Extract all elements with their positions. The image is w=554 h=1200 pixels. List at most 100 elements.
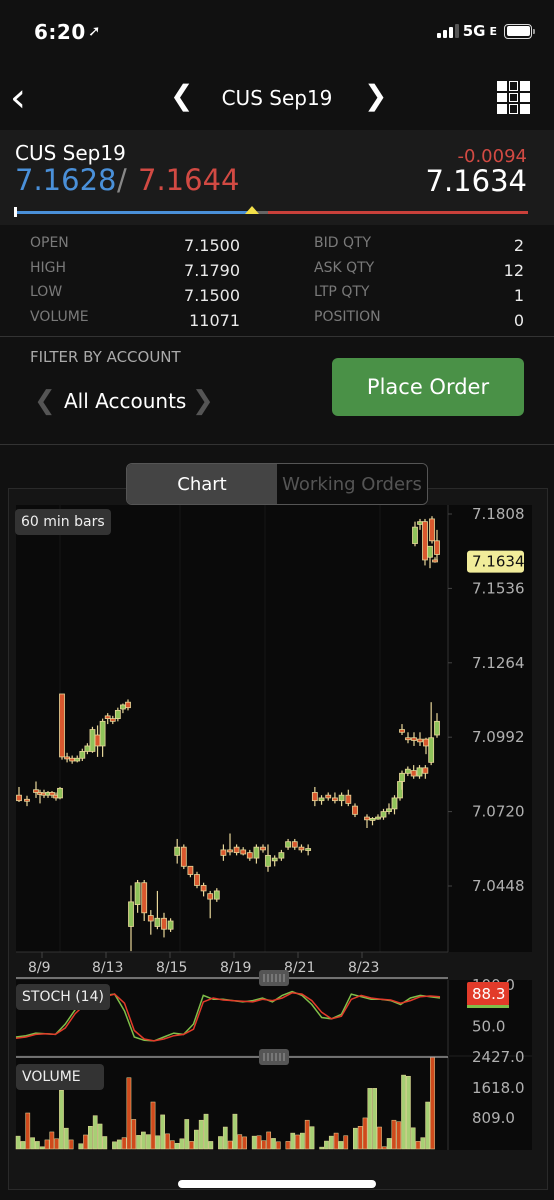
candle-body xyxy=(291,841,298,848)
volume-bar xyxy=(324,1140,329,1150)
candle-body xyxy=(104,715,111,719)
candle-body xyxy=(416,767,423,777)
volume-bar xyxy=(275,1141,281,1150)
volume-bar xyxy=(78,1143,84,1150)
volume-bar xyxy=(208,1141,214,1150)
candle-body xyxy=(246,852,253,859)
candle-body xyxy=(16,794,22,802)
volume-bar xyxy=(367,1088,373,1150)
price-plot-area xyxy=(16,505,448,952)
price-tick-label: 7.0720 xyxy=(472,803,525,821)
volume-bar xyxy=(160,1114,166,1150)
volume-bar xyxy=(25,1112,31,1150)
stoch-value-tag-underline xyxy=(467,1005,509,1008)
candle-body xyxy=(84,745,91,752)
volume-bar xyxy=(309,1126,315,1150)
volume-label[interactable]: VOLUME xyxy=(16,1064,104,1090)
candle-body xyxy=(345,794,352,804)
tab-working-orders[interactable]: Working Orders xyxy=(277,464,427,504)
chart-canvas[interactable]: 7.1808 7.1536 7.1264 7.0992 7.0720 7.0448 7.16… xyxy=(0,0,554,1200)
volume-bar xyxy=(430,1056,435,1150)
volume-bar xyxy=(112,1141,117,1150)
volume-bar xyxy=(353,1127,358,1150)
date-tick-label: 8/19 xyxy=(220,960,251,976)
stoch-label[interactable]: STOCH (14) xyxy=(16,984,110,1010)
date-tick-label: 8/23 xyxy=(348,960,379,976)
view-segmented-control: Chart Working Orders xyxy=(126,463,428,505)
candle-body xyxy=(69,757,76,762)
volume-bar xyxy=(116,1139,122,1150)
candle-body xyxy=(411,737,417,741)
price-tick-label: 7.1536 xyxy=(472,579,525,597)
candle-body xyxy=(89,729,96,752)
candle xyxy=(59,693,65,760)
candle-body xyxy=(404,768,411,774)
candle-body xyxy=(338,794,345,802)
volume-bar xyxy=(261,1140,267,1150)
volume-bar xyxy=(401,1074,406,1150)
candle-body xyxy=(120,704,126,710)
volume-bar xyxy=(169,1140,175,1150)
candle-body xyxy=(167,920,174,930)
stoch-value-label: 88.3 xyxy=(472,985,505,1003)
candle-body xyxy=(260,846,266,851)
home-indicator xyxy=(178,1180,376,1188)
volume-bar xyxy=(174,1143,180,1150)
candle-body xyxy=(427,545,433,558)
candle-body xyxy=(194,874,200,886)
volume-bar xyxy=(357,1126,363,1150)
candle-body xyxy=(94,734,101,747)
volume-bar xyxy=(194,1129,199,1150)
volume-bar xyxy=(300,1132,305,1150)
bar-interval-label[interactable]: 60 min bars xyxy=(15,509,111,535)
volume-bar xyxy=(126,1077,132,1150)
candle-body xyxy=(265,854,271,867)
volume-bar xyxy=(20,1141,26,1150)
candle-body xyxy=(429,518,435,542)
volume-bar xyxy=(30,1137,35,1150)
candle-body xyxy=(200,885,207,892)
volume-bar xyxy=(328,1135,334,1150)
volume-bar xyxy=(92,1115,98,1150)
volume-bar xyxy=(251,1135,257,1150)
candle xyxy=(422,518,428,566)
volume-bar xyxy=(377,1126,382,1150)
volume-bar xyxy=(165,1133,170,1150)
candle-body xyxy=(352,805,358,815)
volume-bar xyxy=(343,1135,349,1150)
candle-body xyxy=(24,798,30,802)
volume-bar xyxy=(189,1141,194,1150)
volume-bar xyxy=(271,1138,276,1150)
candle-body xyxy=(57,787,63,799)
candle-body xyxy=(311,792,318,802)
volume-bar xyxy=(222,1126,228,1150)
volume-bar xyxy=(415,1141,421,1150)
candle-body xyxy=(375,816,381,820)
volume-bar xyxy=(381,1146,387,1150)
volume-bar xyxy=(15,1135,21,1150)
volume-axis-area xyxy=(448,1057,532,1150)
volume-bar xyxy=(179,1138,185,1150)
candle-body xyxy=(128,901,134,927)
tab-chart[interactable]: Chart xyxy=(127,464,277,504)
date-tick-label: 8/13 xyxy=(92,960,123,976)
volume-bar xyxy=(184,1119,190,1150)
candle-body xyxy=(364,816,370,821)
candle-body xyxy=(410,770,417,777)
candle-body xyxy=(147,915,154,922)
volume-bar xyxy=(63,1127,69,1150)
candle-body xyxy=(99,720,106,747)
candle-body xyxy=(227,849,233,853)
volume-bar xyxy=(203,1113,209,1150)
volume-bar xyxy=(285,1141,291,1150)
stoch-tick-label: 50.0 xyxy=(472,1018,505,1036)
volume-bar xyxy=(425,1101,431,1150)
candle-body xyxy=(233,846,240,854)
volume-bar xyxy=(54,1138,60,1150)
volume-bar xyxy=(410,1127,416,1150)
volume-bar xyxy=(256,1135,262,1150)
volume-bar xyxy=(391,1119,397,1150)
volume-bar xyxy=(227,1140,233,1150)
volume-bar xyxy=(333,1132,339,1150)
candle-body xyxy=(386,808,392,812)
